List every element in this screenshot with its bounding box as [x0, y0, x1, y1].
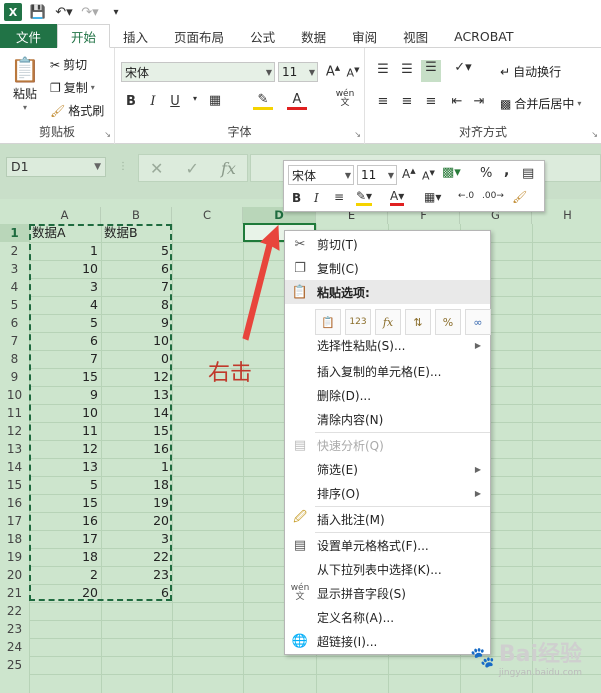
menu-item-show-phonetic[interactable]: wén 文 显示拼音字段(S) — [285, 581, 490, 605]
menu-item-insert-copied-cells[interactable]: 插入复制的单元格(E)... — [285, 359, 490, 383]
percent-button[interactable]: % — [480, 166, 492, 181]
paste-formulas-icon[interactable]: fx — [375, 309, 401, 335]
shrink-font-icon[interactable]: A▼ — [422, 169, 435, 183]
mini-font-color-icon[interactable]: A▾ — [390, 189, 405, 206]
number-format-icon[interactable]: ▩▾ — [442, 165, 461, 180]
menu-item-insert-comment[interactable]: 🖉 插入批注(M) — [285, 507, 490, 531]
mini-font-combo[interactable]: 宋体 ▼ — [288, 165, 354, 185]
comment-icon: 🖉 — [293, 510, 307, 525]
decrease-decimal-icon[interactable]: .00→ — [482, 191, 504, 201]
menu-item-quick-analysis: ▤ 快速分析(Q) — [285, 433, 490, 457]
mini-borders-icon[interactable]: ▦▾ — [424, 190, 441, 204]
menu-item-delete[interactable]: 删除(D)... — [285, 383, 490, 407]
paw-logo-icon: 🐾 — [470, 645, 495, 669]
menu-item-format-cells[interactable]: ▤ 设置单元格格式(F)... — [285, 533, 490, 557]
watermark: 🐾 Bai经验 jingyan.baidu.com — [470, 642, 583, 678]
mini-align-icon[interactable]: ≡ — [334, 190, 344, 204]
comma-button[interactable]: , — [504, 163, 509, 179]
increase-decimal-icon[interactable]: ←.0 — [458, 191, 474, 201]
paste-options-header: 📋 粘贴选项: — [285, 280, 490, 304]
format-cells-icon: ▤ — [293, 537, 307, 553]
quick-analysis-icon: ▤ — [293, 437, 307, 453]
mini-italic-button[interactable]: I — [314, 191, 319, 205]
paste-formatting-icon[interactable]: % — [435, 309, 461, 335]
mini-size-combo[interactable]: 11 ▼ — [357, 165, 397, 185]
phonetic-icon: wén 文 — [290, 583, 310, 602]
grow-font-icon[interactable]: A▲ — [402, 167, 416, 181]
mini-toolbar: 宋体 ▼ 11 ▼ A▲ A▼ ▩▾ % , ▤ B I ≡ ✎▾ A▾ ▦▾ … — [283, 160, 545, 212]
hyperlink-icon: 🌐 — [291, 633, 309, 649]
chevron-right-icon: ▶ — [474, 340, 481, 350]
right-click-annotation: 右击 — [208, 361, 253, 386]
mini-format-painter-icon[interactable]: 🖌 — [512, 190, 527, 204]
clipboard-icon: 📋 — [291, 284, 309, 300]
mini-bold-button[interactable]: B — [292, 191, 301, 205]
copy-icon: ❐ — [294, 260, 306, 276]
chevron-down-icon: ▼ — [387, 170, 394, 180]
paste-link-icon[interactable]: ∞ — [465, 309, 491, 335]
chevron-down-icon: ▼ — [344, 170, 351, 180]
format-table-icon[interactable]: ▤ — [522, 166, 534, 181]
menu-item-paste-special[interactable]: 选择性粘贴(S)... ▶ — [285, 333, 490, 357]
paste-values-icon[interactable]: 123 — [345, 309, 371, 335]
chevron-right-icon: ▶ — [474, 488, 481, 498]
mini-fill-color-icon[interactable]: ✎▾ — [356, 189, 373, 206]
menu-item-copy[interactable]: ❐ 复制(C) — [285, 256, 490, 280]
menu-item-sort[interactable]: 排序(O) ▶ — [285, 481, 490, 505]
menu-item-pick-from-list[interactable]: 从下拉列表中选择(K)... — [285, 557, 490, 581]
chevron-right-icon: ▶ — [474, 464, 481, 474]
menu-item-hyperlink[interactable]: 🌐 超链接(I)... — [285, 629, 490, 653]
paste-icon[interactable]: 📋 — [315, 309, 341, 335]
context-menu: ✂ 剪切(T) ❐ 复制(C) 📋 粘贴选项: 📋 123 fx ⇅ % ∞ 选… — [284, 230, 491, 655]
menu-item-define-name[interactable]: 定义名称(A)... — [285, 605, 490, 629]
menu-item-filter[interactable]: 筛选(E) ▶ — [285, 457, 490, 481]
menu-item-cut[interactable]: ✂ 剪切(T) — [285, 232, 490, 256]
paste-transpose-icon[interactable]: ⇅ — [405, 309, 431, 335]
scissors-icon: ✂ — [294, 236, 306, 252]
menu-item-clear-contents[interactable]: 清除内容(N) — [285, 407, 490, 431]
